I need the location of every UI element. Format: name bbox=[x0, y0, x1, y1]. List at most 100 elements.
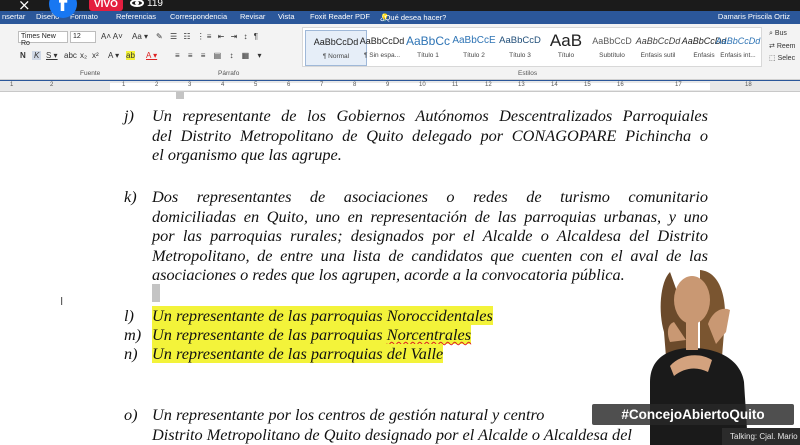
ruler-number: 4 bbox=[221, 82, 225, 88]
list-letter: m) bbox=[124, 325, 142, 344]
ruler-number: 8 bbox=[353, 82, 357, 88]
ruler-number: 3 bbox=[188, 82, 192, 88]
hashtag-overlay: #ConcejoAbiertoQuito bbox=[592, 404, 794, 425]
list-item-m: m) Un representante de las parroquias Nor… bbox=[124, 325, 472, 345]
clear-format-icon[interactable]: ✎ bbox=[156, 32, 163, 41]
ruler-number: 16 bbox=[617, 82, 624, 88]
tab-correspondencia[interactable]: Correspondencia bbox=[170, 12, 227, 21]
ruler-number: 2 bbox=[50, 82, 54, 88]
tell-me-text: ¿Qué desea hacer? bbox=[380, 13, 447, 22]
facebook-glyph: f bbox=[58, 0, 68, 16]
highlighted-text: Un representante de las parroquias del V… bbox=[152, 344, 444, 363]
viewer-count-value: 119 bbox=[147, 0, 163, 9]
paragraph-j: j) Un representante de los Gobiernos Aut… bbox=[124, 106, 708, 165]
ruler-number: 1 bbox=[122, 82, 126, 88]
ruler[interactable]: 1 2 1 2 3 4 5 6 7 8 9 10 11 12 13 14 15 … bbox=[0, 81, 800, 92]
paragraph-o: o) Un representante por los centros de g… bbox=[124, 405, 632, 444]
viewer-count: 119 bbox=[130, 0, 163, 9]
list-letter: k) bbox=[124, 187, 137, 206]
list-letter: n) bbox=[124, 344, 138, 363]
ruler-number: 13 bbox=[518, 82, 525, 88]
select-button[interactable]: ⬚ Selec bbox=[769, 54, 800, 62]
subscript-icon[interactable]: x₂ bbox=[80, 51, 87, 60]
font-size-select[interactable]: 12 bbox=[70, 31, 96, 43]
group-label-styles: Estilos bbox=[518, 70, 538, 77]
list-letter: o) bbox=[124, 405, 138, 424]
tab-revisar[interactable]: Revisar bbox=[240, 12, 265, 21]
ribbon: Times New Ro 12 A˄ A˅ Aa ▾ ✎ N K S ▾ abc… bbox=[0, 24, 800, 80]
text-line: el organismo que las agrupe. bbox=[152, 145, 342, 164]
highlighted-text: Un representante de las parroquias Noroc… bbox=[152, 306, 493, 325]
ruler-number: 7 bbox=[320, 82, 324, 88]
text-line: domiciliadas en Quito, uno en representa… bbox=[152, 206, 708, 226]
text-line: Metropolitano, de entre una lista de can… bbox=[152, 245, 708, 265]
text-effects-icon[interactable]: A ▾ bbox=[108, 51, 119, 60]
find-label: Bus bbox=[774, 30, 787, 37]
list-letter: l) bbox=[124, 306, 134, 325]
ruler-number: 6 bbox=[287, 82, 291, 88]
strikethrough-icon[interactable]: abc bbox=[64, 51, 77, 60]
tab-vista[interactable]: Vista bbox=[278, 12, 295, 21]
superscript-icon[interactable]: x² bbox=[92, 51, 99, 60]
ribbon-tabs: nsertar Diseño Formato Referencias Corre… bbox=[0, 11, 800, 24]
font-color-icon[interactable]: A ▾ bbox=[146, 51, 157, 60]
selection-mark bbox=[152, 284, 160, 302]
misspelled-word[interactable]: Norcentrales bbox=[386, 325, 472, 344]
list-icons[interactable]: ☰ ☷ ⋮≡ ⇤ ⇥ ↕ ¶ bbox=[170, 32, 260, 41]
ruler-number: 15 bbox=[584, 82, 591, 88]
tab-formato[interactable]: Formato bbox=[70, 12, 98, 21]
change-case-icon[interactable]: Aa ▾ bbox=[132, 32, 148, 41]
ruler-number: 17 bbox=[675, 82, 682, 88]
replace-button[interactable]: ⇄ Reem bbox=[769, 42, 800, 50]
close-icon[interactable]: × bbox=[18, 0, 31, 14]
group-label-font: Fuente bbox=[80, 70, 101, 77]
list-item-l: l) Un representante de las parroquias Nor… bbox=[124, 306, 493, 326]
list-letter: j) bbox=[124, 106, 134, 125]
select-label: Selec bbox=[777, 55, 796, 62]
bold-icon[interactable]: N bbox=[20, 51, 26, 60]
replace-icon: ⇄ bbox=[769, 43, 777, 50]
ruler-number: 11 bbox=[452, 82, 459, 88]
ruler-number: 2 bbox=[155, 82, 159, 88]
list-item-n: n) Un representante de las parroquias del… bbox=[124, 344, 444, 364]
text-line: Un representante por los centros de gest… bbox=[152, 405, 545, 424]
style-name: Énfasis int... bbox=[720, 52, 756, 59]
grow-font-icon[interactable]: A˄ A˅ bbox=[101, 32, 123, 41]
text-line: del Distrito Metropolitano de Quito dele… bbox=[152, 125, 708, 145]
text-line: Distrito Metropolitano de Quito designad… bbox=[152, 424, 632, 444]
font-name-select[interactable]: Times New Ro bbox=[18, 31, 68, 47]
text-line: asociaciones o redes que los agrupen, ac… bbox=[152, 265, 625, 284]
speaker-lower-third: Talking: Cjal. Mario bbox=[722, 428, 800, 445]
text-line: por las parroquias rurales; designados p… bbox=[152, 226, 708, 245]
ruler-number: 14 bbox=[551, 82, 558, 88]
tab-referencias[interactable]: Referencias bbox=[116, 12, 156, 21]
user-name[interactable]: Damaris Priscila Ortiz bbox=[718, 12, 790, 21]
ruler-number: 1 bbox=[10, 82, 14, 88]
selection-mark bbox=[176, 92, 184, 99]
find-button[interactable]: ⌕ Bus bbox=[769, 30, 800, 38]
ruler-number: 5 bbox=[254, 82, 258, 88]
ruler-number: 12 bbox=[485, 82, 492, 88]
underline-icon[interactable]: S ▾ bbox=[46, 51, 58, 60]
group-label-paragraph: Párrafo bbox=[218, 70, 240, 77]
text-cursor-icon: I bbox=[60, 295, 64, 308]
text-line: Dos representantes de asociaciones o red… bbox=[152, 187, 708, 206]
align-icons[interactable]: ≡ ≡ ≡ ▤ ↕ ▦ ▾ bbox=[175, 51, 264, 60]
paragraph-k: k) Dos representantes de asociaciones o … bbox=[124, 187, 708, 285]
edit-panel: ⌕ Bus ⇄ Reem ⬚ Selec bbox=[765, 26, 800, 76]
replace-label: Reem bbox=[776, 43, 796, 50]
style-enfasis-intenso[interactable]: AaBbCcDd Énfasis int... bbox=[715, 30, 761, 66]
text-line: Un representante de los Gobiernos Autóno… bbox=[152, 106, 708, 125]
select-icon: ⬚ bbox=[769, 55, 778, 62]
highlighted-text: Un representante de las parroquias bbox=[152, 325, 387, 344]
italic-icon[interactable]: K bbox=[32, 51, 42, 60]
tab-foxit[interactable]: Foxit Reader PDF bbox=[310, 12, 370, 21]
live-badge: VIVO bbox=[89, 0, 123, 11]
styles-gallery: AaBbCcDd ¶ Normal AaBbCcDd ¶ Sin espa... A… bbox=[302, 27, 762, 67]
ruler-number: 10 bbox=[419, 82, 426, 88]
style-sample: AaBbCcDd bbox=[715, 36, 761, 46]
ruler-number: 9 bbox=[386, 82, 390, 88]
ruler-number: 18 bbox=[745, 82, 752, 88]
highlight-icon[interactable]: ab bbox=[126, 51, 135, 60]
eye-icon bbox=[130, 0, 144, 8]
